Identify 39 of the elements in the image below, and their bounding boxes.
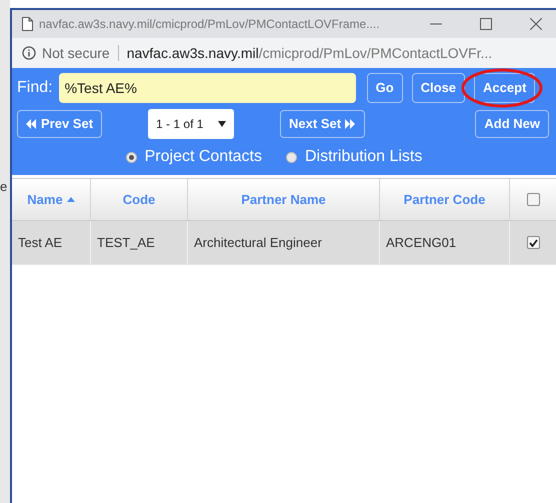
dropdown-arrow-icon: [218, 121, 226, 127]
action-button[interactable]: Close: [412, 73, 466, 103]
action-button[interactable]: Accept: [474, 73, 536, 103]
column-header[interactable]: Partner Name: [188, 179, 380, 220]
address-bar[interactable]: Not secure navfac.aw3s.navy.mil/cmicprod/PmLov/PMContactLOVFr...: [12, 38, 556, 68]
checkbox[interactable]: [526, 236, 540, 249]
checkbox[interactable]: [526, 193, 540, 206]
info-icon: [22, 46, 36, 60]
radio-label: Project Contacts: [144, 147, 262, 167]
table-cell: Test AE: [12, 221, 91, 264]
radio-label: Distribution Lists: [305, 147, 422, 167]
range-dropdown[interactable]: 1 - 1 of 1: [148, 109, 234, 139]
column-header[interactable]: Partner Code: [380, 179, 510, 220]
radio-button[interactable]: [126, 152, 137, 162]
find-label: Find:: [17, 78, 53, 98]
radio-option[interactable]: Distribution Lists: [286, 145, 422, 169]
table-cell: Architectural Engineer: [188, 221, 380, 264]
prev-set-button[interactable]: Prev Set: [17, 110, 102, 138]
close-icon[interactable]: [530, 18, 542, 30]
radio-button[interactable]: [286, 152, 297, 162]
url-text: navfac.aw3s.navy.mil/cmicprod/PmLov/PMContactLOVFr...: [126, 44, 492, 63]
table-cell: TEST_AE: [91, 221, 188, 264]
add-new-button[interactable]: Add New: [475, 110, 549, 138]
action-button[interactable]: Go: [366, 73, 403, 103]
next-set-button[interactable]: Next Set: [280, 110, 366, 138]
radio-option[interactable]: Project Contacts: [126, 145, 262, 169]
find-field[interactable]: %Test AE%: [58, 73, 356, 103]
window-title: navfac.aw3s.navy.mil/cmicprod/PmLov/PMContactLOVFrame....: [39, 16, 380, 33]
maximize-icon[interactable]: [480, 18, 492, 30]
double-left-icon: [26, 119, 37, 129]
table-cell: ARCENG01: [380, 221, 510, 264]
table-row[interactable]: Test AE TEST_AE Architectural Engineer ARCENG01: [12, 221, 556, 265]
background-text: e: [0, 180, 8, 193]
double-right-icon: [345, 119, 356, 129]
column-header[interactable]: Code: [91, 179, 188, 220]
column-header[interactable]: Name: [12, 179, 91, 220]
page-icon: [22, 17, 33, 31]
security-label: Not secure: [42, 44, 110, 62]
sort-up-icon: [66, 197, 75, 202]
